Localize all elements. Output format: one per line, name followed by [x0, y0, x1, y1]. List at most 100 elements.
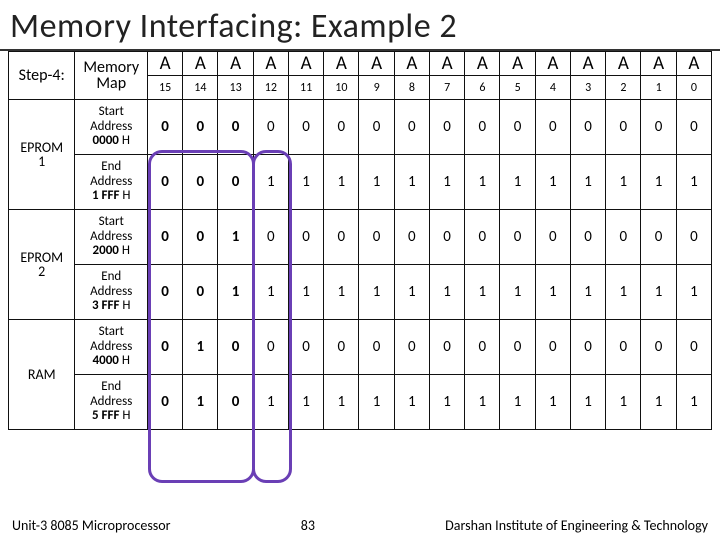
bit-cell: 1	[394, 155, 429, 210]
bit-cell: 1	[183, 320, 218, 375]
addr-desc: StartAddress0000 H	[75, 100, 148, 155]
block-name: EPROM1	[9, 100, 75, 210]
bit-cell: 0	[676, 320, 711, 375]
bit-index: 13	[218, 76, 253, 100]
bit-cell: 0	[324, 210, 359, 265]
bit-index: 12	[253, 76, 288, 100]
bit-header: A	[288, 52, 323, 76]
bit-cell: 1	[500, 265, 535, 320]
bit-cell: 0	[288, 100, 323, 155]
bit-index: 14	[183, 76, 218, 100]
bit-cell: 0	[676, 210, 711, 265]
bit-cell: 0	[570, 100, 605, 155]
bit-index: 3	[570, 76, 605, 100]
bit-header: A	[429, 52, 464, 76]
bit-cell: 1	[183, 375, 218, 430]
block-name: RAM	[9, 320, 75, 430]
bit-cell: 1	[324, 265, 359, 320]
bit-index: 0	[676, 76, 711, 100]
bit-cell: 1	[606, 155, 641, 210]
bit-cell: 0	[570, 320, 605, 375]
bit-cell: 1	[606, 375, 641, 430]
bit-cell: 0	[218, 320, 253, 375]
bit-header: A	[183, 52, 218, 76]
bit-index: 7	[429, 76, 464, 100]
bit-header: A	[500, 52, 535, 76]
bit-cell: 0	[500, 210, 535, 265]
bit-cell: 0	[465, 100, 500, 155]
bit-cell: 1	[218, 265, 253, 320]
bit-cell: 0	[606, 100, 641, 155]
bit-index: 4	[535, 76, 570, 100]
bit-cell: 1	[535, 375, 570, 430]
bit-header: A	[359, 52, 394, 76]
bit-index: 5	[500, 76, 535, 100]
table-container: Step-4:MemoryMapAAAAAAAAAAAAAAAA15141312…	[0, 51, 720, 430]
bit-index: 8	[394, 76, 429, 100]
bit-cell: 1	[465, 155, 500, 210]
addr-desc: StartAddress2000 H	[75, 210, 148, 265]
bit-index: 2	[606, 76, 641, 100]
bit-header: A	[465, 52, 500, 76]
bit-cell: 1	[570, 155, 605, 210]
bit-cell: 1	[641, 155, 676, 210]
bit-cell: 0	[606, 210, 641, 265]
bit-header: A	[676, 52, 711, 76]
bit-cell: 1	[218, 210, 253, 265]
step-label: Step-4:	[9, 52, 75, 100]
bit-cell: 1	[641, 375, 676, 430]
bit-cell: 1	[253, 265, 288, 320]
bit-cell: 0	[535, 100, 570, 155]
bit-cell: 0	[183, 265, 218, 320]
bit-cell: 0	[606, 320, 641, 375]
bit-header: A	[570, 52, 605, 76]
bit-cell: 0	[535, 320, 570, 375]
bit-cell: 1	[500, 375, 535, 430]
addr-desc: EndAddress5 FFF H	[75, 375, 148, 430]
bit-cell: 0	[288, 320, 323, 375]
bit-cell: 0	[641, 320, 676, 375]
bit-cell: 0	[570, 210, 605, 265]
bit-header: A	[324, 52, 359, 76]
bit-cell: 0	[218, 100, 253, 155]
bit-cell: 0	[288, 210, 323, 265]
bit-cell: 0	[253, 320, 288, 375]
bit-cell: 0	[147, 265, 182, 320]
bit-cell: 0	[676, 100, 711, 155]
bit-index: 11	[288, 76, 323, 100]
bit-cell: 0	[218, 155, 253, 210]
bit-cell: 1	[641, 265, 676, 320]
bit-cell: 1	[429, 375, 464, 430]
footer-page: 83	[171, 517, 446, 534]
map-label: MemoryMap	[75, 52, 148, 100]
bit-cell: 0	[324, 100, 359, 155]
bit-cell: 0	[394, 210, 429, 265]
bit-cell: 0	[147, 100, 182, 155]
bit-cell: 1	[324, 155, 359, 210]
slide-title: Memory Interfacing: Example 2	[0, 0, 720, 51]
bit-cell: 1	[606, 265, 641, 320]
addr-desc: EndAddress3 FFF H	[75, 265, 148, 320]
bit-header: A	[394, 52, 429, 76]
bit-cell: 0	[394, 100, 429, 155]
bit-cell: 1	[394, 265, 429, 320]
footer-left: Unit-3 8085 Microprocessor	[12, 517, 171, 534]
bit-cell: 0	[429, 100, 464, 155]
bit-cell: 0	[183, 210, 218, 265]
bit-index: 6	[465, 76, 500, 100]
bit-cell: 0	[394, 320, 429, 375]
bit-cell: 1	[429, 265, 464, 320]
addr-desc: StartAddress4000 H	[75, 320, 148, 375]
bit-cell: 1	[465, 375, 500, 430]
bit-index: 15	[147, 76, 182, 100]
bit-cell: 0	[147, 375, 182, 430]
bit-cell: 0	[465, 210, 500, 265]
bit-cell: 0	[183, 100, 218, 155]
bit-cell: 0	[183, 155, 218, 210]
bit-cell: 1	[500, 155, 535, 210]
bit-cell: 0	[465, 320, 500, 375]
bit-cell: 0	[641, 100, 676, 155]
bit-cell: 1	[535, 265, 570, 320]
bit-header: A	[606, 52, 641, 76]
bit-cell: 1	[288, 155, 323, 210]
